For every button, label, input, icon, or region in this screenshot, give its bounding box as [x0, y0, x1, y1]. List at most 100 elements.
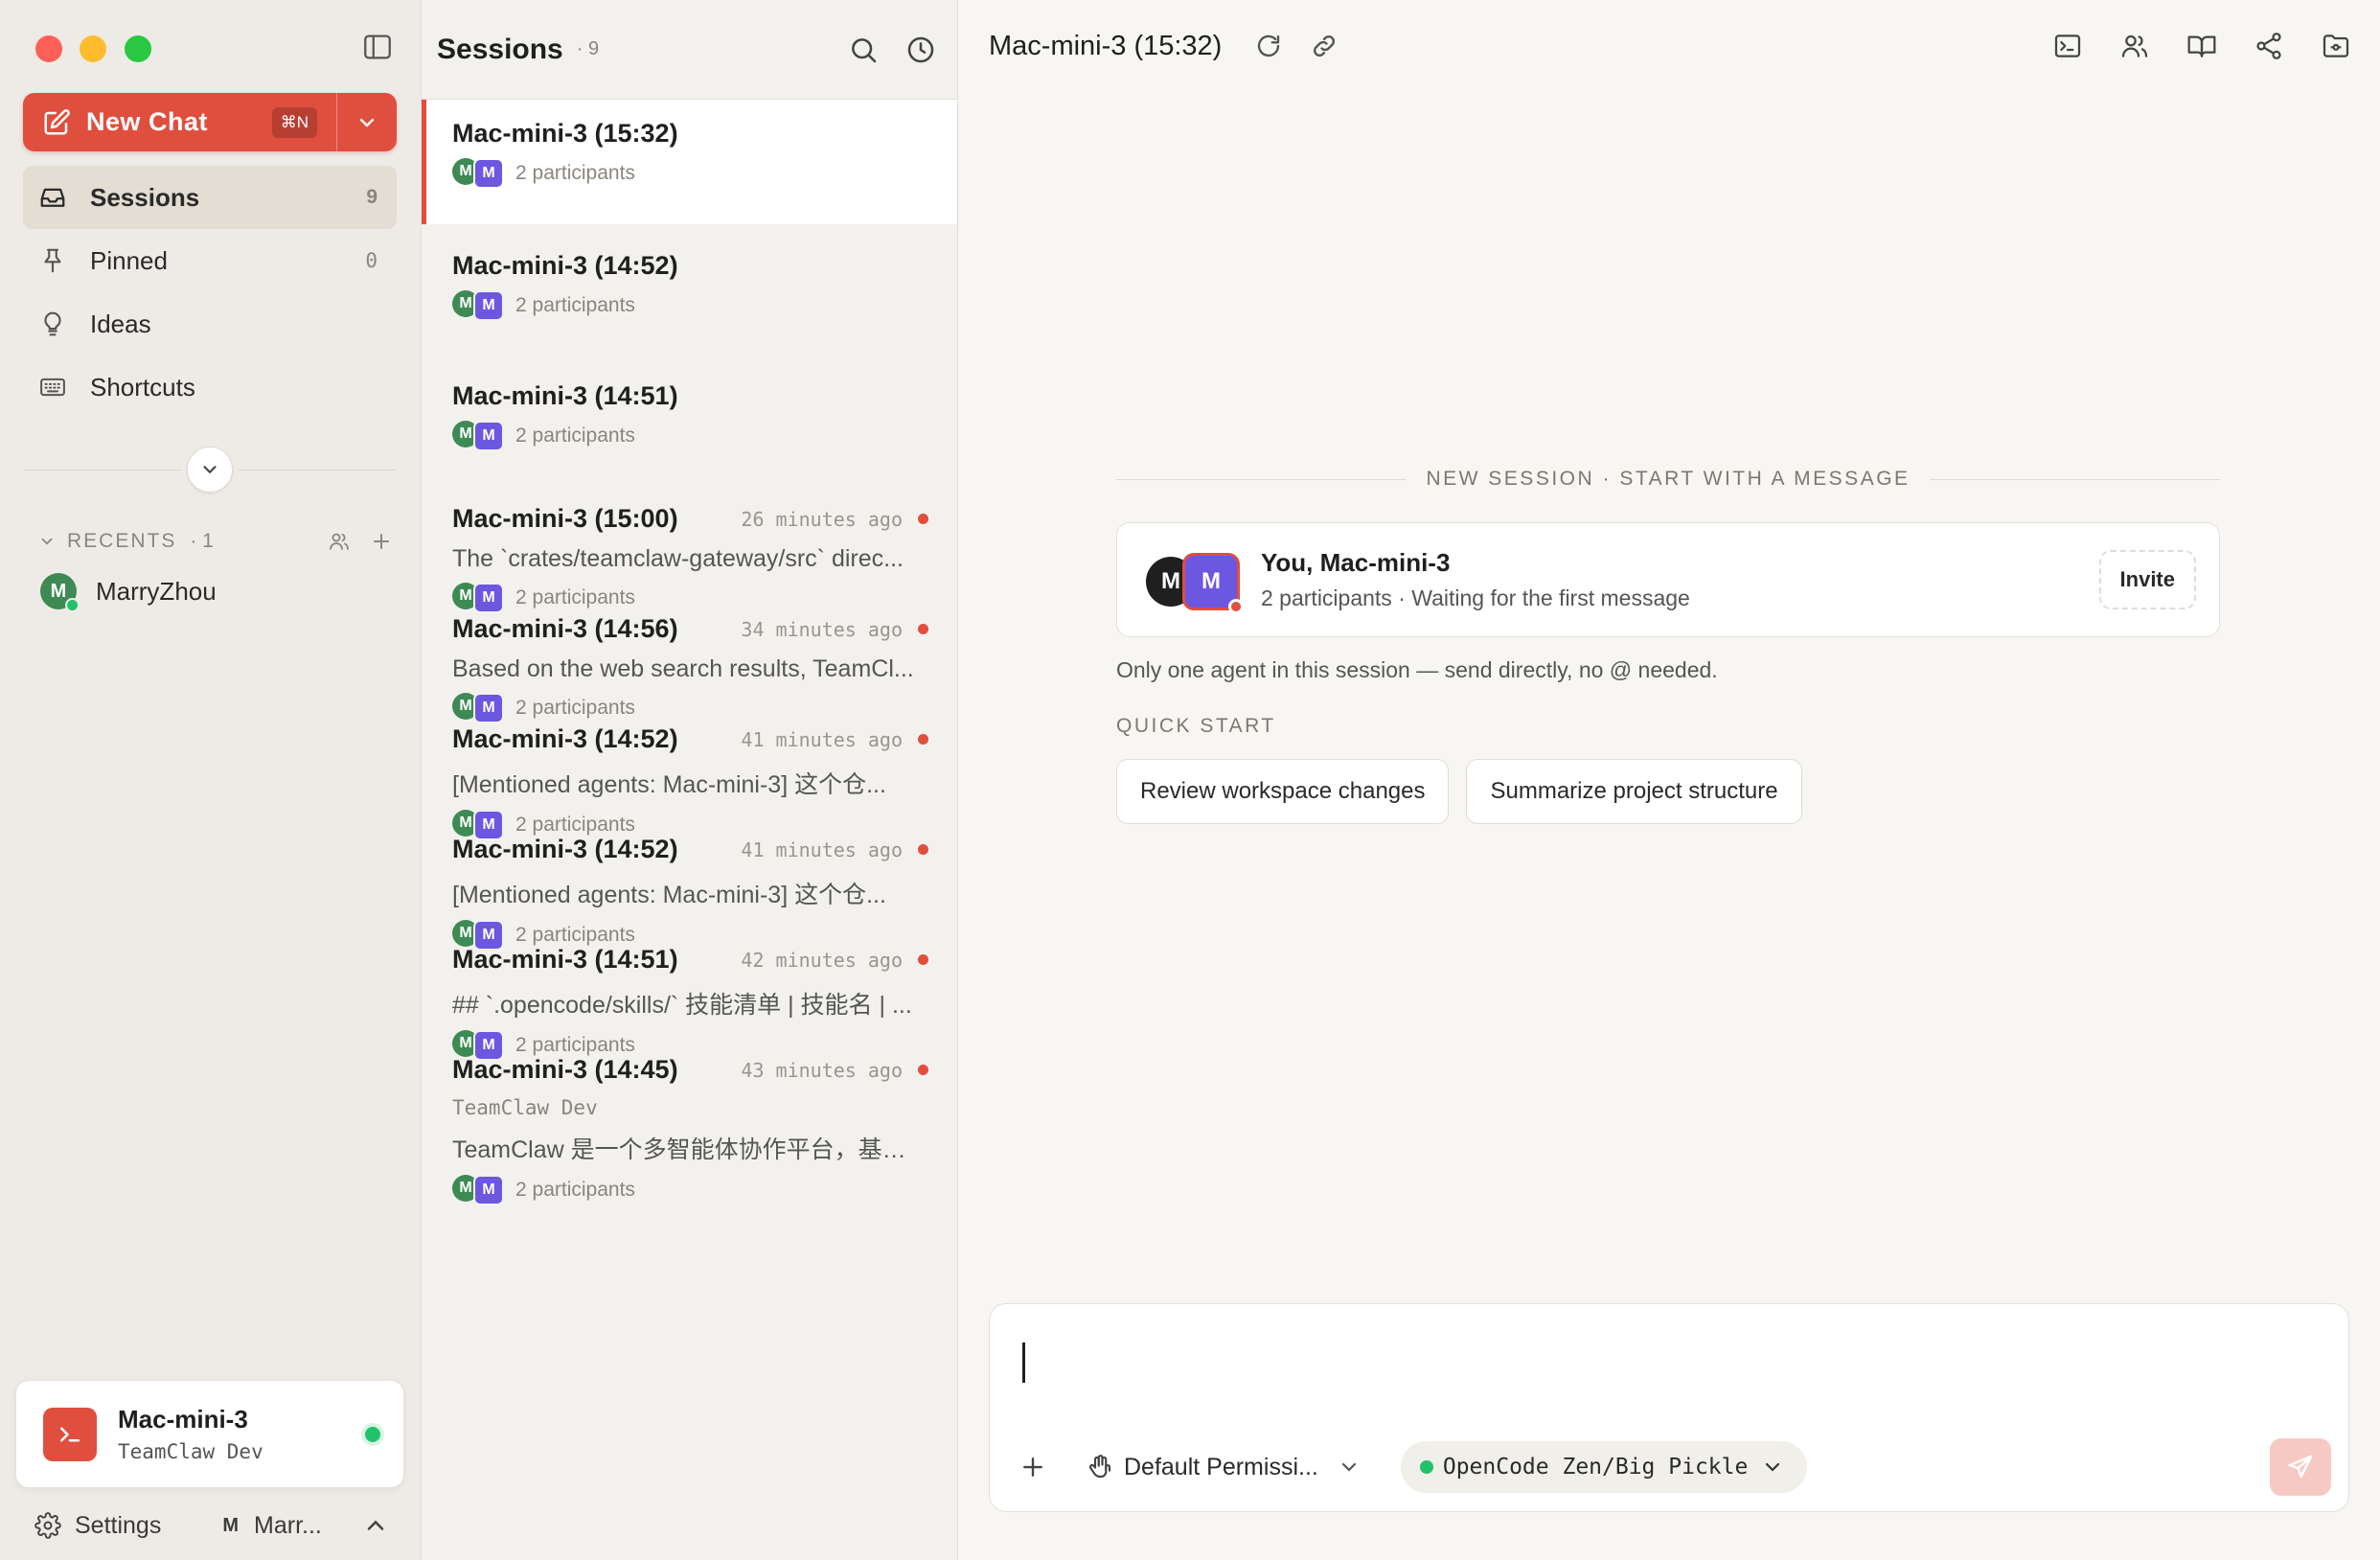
device-card[interactable]: Mac-mini-3 TeamClaw Dev	[15, 1380, 404, 1488]
users-icon[interactable]	[328, 530, 351, 553]
link-icon[interactable]	[1310, 32, 1339, 60]
model-select[interactable]: OpenCode Zen/Big Pickle	[1400, 1441, 1808, 1493]
quick-start-label: QUICK START	[1116, 715, 1276, 737]
participants-count: 2 participants	[515, 294, 635, 316]
session-preview: [Mentioned agents: Mac-mini-3] 这个仓...	[452, 882, 886, 908]
account-switcher[interactable]: M Marr...	[222, 1512, 322, 1540]
permission-select[interactable]: Default Permissi...	[1086, 1453, 1370, 1481]
session-item[interactable]: Mac-mini-3 (14:45) 43 minutes ago TeamClaw…	[422, 1036, 957, 1205]
gear-icon[interactable]	[34, 1512, 61, 1539]
main-panel: Mac-mini-3 (15:32) NEW SESSION · START W…	[958, 0, 2380, 1560]
session-time: 41 minutes ago	[741, 837, 903, 861]
session-name: Mac-mini-3 (14:45)	[452, 1055, 678, 1084]
new-chat-shortcut: ⌘N	[271, 106, 317, 138]
session-item[interactable]: Mac-mini-3 (14:52) M M 2 participants	[422, 224, 957, 355]
sidebar-item-pinned[interactable]: Pinned 0	[23, 229, 397, 292]
participant-avatars: MM	[452, 158, 504, 189]
sidebar-item-shortcuts[interactable]: Shortcuts	[23, 356, 397, 419]
session-item[interactable]: Mac-mini-3 (15:00) 26 minutes ago The `cra…	[422, 485, 957, 613]
session-participants: MM 2 participants	[452, 1175, 928, 1205]
sidebar-item-count: 9	[366, 186, 378, 208]
chat-header: Mac-mini-3 (15:32)	[958, 0, 2380, 92]
unread-dot	[918, 954, 928, 965]
session-name: Mac-mini-3 (14:56)	[452, 614, 678, 643]
permission-label: Default Permissi...	[1124, 1453, 1318, 1480]
book-open-icon[interactable]	[2186, 31, 2217, 61]
session-item[interactable]: Mac-mini-3 (14:51) M M 2 participants	[422, 355, 957, 485]
search-icon[interactable]	[848, 34, 879, 65]
unread-dot	[918, 514, 928, 524]
session-org: TeamClaw Dev	[452, 1096, 598, 1119]
agent-avatar: M	[473, 1175, 504, 1205]
session-name: Mac-mini-3 (14:52)	[452, 251, 678, 280]
card-title: You, Mac-mini-3	[1261, 548, 1451, 577]
session-item[interactable]: Mac-mini-3 (14:52) 41 minutes ago [Mention…	[422, 705, 957, 840]
window-zoom-button[interactable]	[125, 35, 151, 62]
participants-count: 2 participants	[515, 162, 635, 184]
agent-avatar: M	[473, 421, 504, 451]
participant-avatars: MM	[452, 290, 504, 321]
plus-icon[interactable]	[1018, 1453, 1047, 1481]
session-item[interactable]: Mac-mini-3 (15:32) M M 2 participants	[422, 100, 957, 224]
pin-icon	[44, 248, 61, 273]
participants-count: 2 participants	[515, 1179, 635, 1201]
new-session-divider: NEW SESSION · START WITH A MESSAGE	[1116, 468, 2221, 491]
session-item[interactable]: Mac-mini-3 (14:51) 42 minutes ago ## `.ope…	[422, 926, 957, 1061]
chevron-down-icon[interactable]	[38, 533, 56, 550]
settings-button[interactable]: Settings	[75, 1512, 161, 1540]
agent-hint: Only one agent in this session — send di…	[1116, 657, 1718, 682]
quick-start-chips: Review workspace changes Summarize proje…	[1116, 759, 1802, 824]
compose-icon	[44, 108, 70, 134]
expand-nav-button[interactable]	[187, 447, 233, 493]
share-icon[interactable]	[2254, 31, 2284, 61]
sidebar-toggle-icon[interactable]	[360, 31, 395, 63]
new-chat-dropdown-button[interactable]	[337, 93, 397, 151]
device-org: TeamClaw Dev	[118, 1440, 263, 1463]
session-participants-card: M M You, Mac-mini-3 2 participants · Wai…	[1116, 522, 2220, 637]
history-icon[interactable]	[905, 34, 936, 65]
refresh-icon[interactable]	[1254, 32, 1283, 60]
message-composer[interactable]: Default Permissi... OpenCode Zen/Big Pic…	[989, 1303, 2349, 1512]
unread-dot	[918, 734, 928, 745]
plus-icon[interactable]	[370, 530, 393, 553]
sidebar: New Chat ⌘N Sessions 9 Pinned 0 Ideas Sh…	[0, 0, 422, 1560]
sidebar-item-sessions[interactable]: Sessions 9	[23, 166, 397, 229]
invite-button[interactable]: Invite	[2098, 550, 2196, 609]
session-name: Mac-mini-3 (14:52)	[452, 724, 678, 753]
new-chat-button[interactable]: New Chat ⌘N	[23, 93, 336, 151]
quick-start-chip[interactable]: Review workspace changes	[1116, 759, 1450, 824]
session-preview: The `crates/teamclaw-gateway/src` direc.…	[452, 545, 904, 572]
recent-user-item[interactable]: M MarryZhou	[40, 573, 217, 612]
session-name: Mac-mini-3 (15:00)	[452, 504, 678, 533]
session-time: 43 minutes ago	[741, 1058, 903, 1082]
window-close-button[interactable]	[35, 35, 62, 62]
status-dot	[1228, 599, 1244, 614]
chat-title: Mac-mini-3 (15:32)	[989, 30, 1223, 61]
send-button[interactable]	[2270, 1438, 2331, 1496]
sidebar-item-ideas[interactable]: Ideas	[23, 292, 397, 356]
users-icon[interactable]	[2119, 31, 2150, 61]
account-initial: M	[222, 1514, 240, 1536]
session-item[interactable]: Mac-mini-3 (14:52) 41 minutes ago [Mention…	[422, 815, 957, 951]
quick-start-chip[interactable]: Summarize project structure	[1466, 759, 1802, 824]
participant-avatars: MM	[452, 1175, 504, 1205]
folder-icon[interactable]	[2321, 31, 2351, 61]
composer-toolbar: Default Permissi... OpenCode Zen/Big Pic…	[1018, 1438, 2331, 1496]
chevron-up-icon[interactable]	[362, 1512, 389, 1539]
unread-dot	[918, 624, 928, 634]
avatar: M	[40, 573, 80, 612]
session-participants: MM 2 participants	[452, 290, 928, 321]
terminal-icon[interactable]	[2052, 31, 2083, 61]
window-minimize-button[interactable]	[80, 35, 106, 62]
participant-avatars: MM	[452, 421, 504, 451]
participants-count: 2 participants	[515, 424, 635, 447]
new-session-label: NEW SESSION · START WITH A MESSAGE	[1426, 468, 1911, 490]
session-name: Mac-mini-3 (15:32)	[452, 119, 678, 148]
session-item[interactable]: Mac-mini-3 (14:56) 34 minutes ago Based on…	[422, 595, 957, 723]
sidebar-nav: Sessions 9 Pinned 0 Ideas Shortcuts	[23, 166, 397, 419]
new-chat-button-group: New Chat ⌘N	[23, 93, 397, 151]
sidebar-item-label: Sessions	[90, 182, 200, 212]
sidebar-item-label: Shortcuts	[90, 372, 195, 401]
unread-dot	[918, 1065, 928, 1075]
hand-icon	[1088, 1455, 1111, 1479]
